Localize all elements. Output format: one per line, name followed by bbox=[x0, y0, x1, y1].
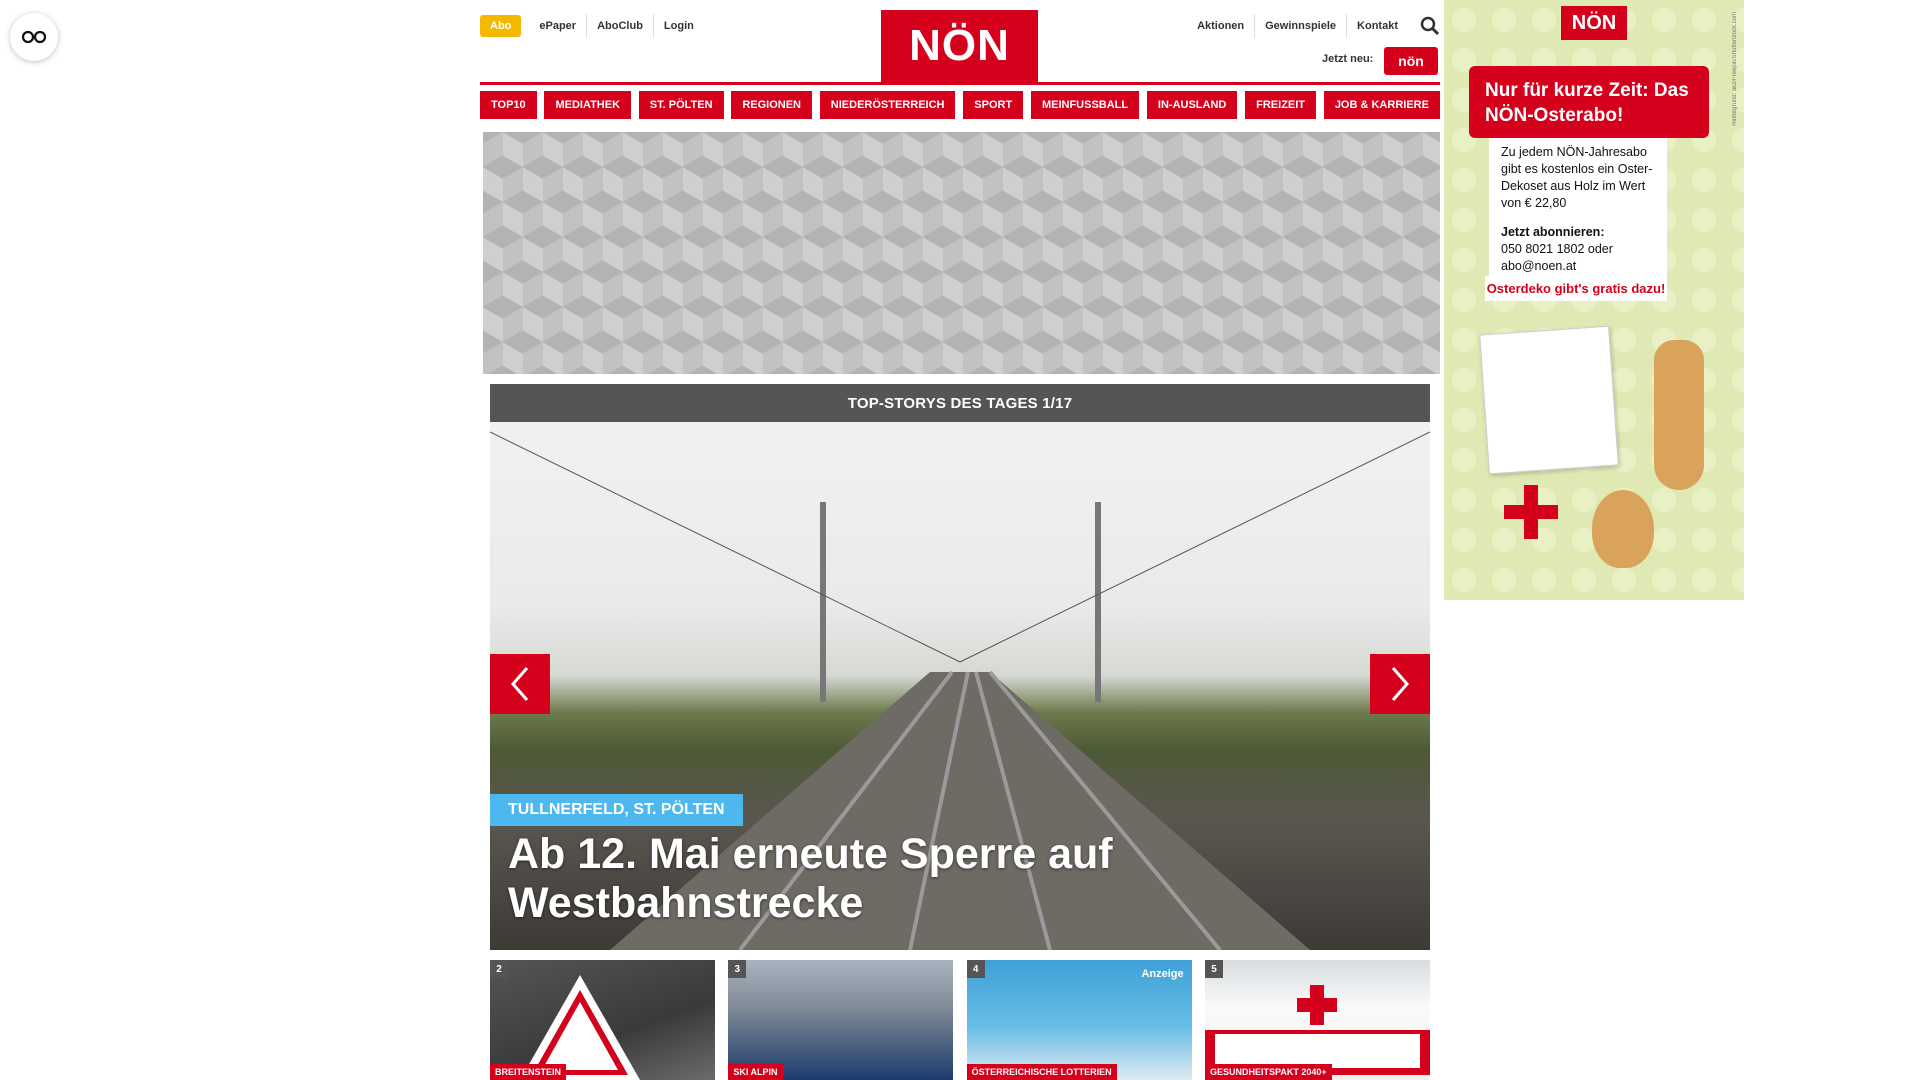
ad-placeholder bbox=[483, 132, 1440, 374]
nav-item-top10[interactable]: TOP10 bbox=[480, 91, 537, 119]
accessibility-button[interactable] bbox=[10, 13, 58, 61]
side-ad-headline: Nur für kurze Zeit: Das NÖN-Osterabo! bbox=[1469, 66, 1709, 138]
header-divider bbox=[480, 82, 1440, 85]
nav-item-in-ausland[interactable]: IN-AUSLAND bbox=[1146, 91, 1238, 119]
header-left-links: Abo ePaper AboClub Login bbox=[480, 14, 704, 38]
abo-button[interactable]: Abo bbox=[480, 15, 522, 37]
main-nav: TOP10 MEDIATHEK ST. PÖLTEN REGIONEN NIED… bbox=[480, 91, 1440, 119]
side-ad-logo: NÖN bbox=[1561, 6, 1627, 40]
teaser-card[interactable]: 3 SKI ALPIN bbox=[728, 960, 954, 1080]
epaper-link[interactable]: ePaper bbox=[529, 14, 586, 38]
header-right-links: Aktionen Gewinnspiele Kontakt bbox=[1179, 14, 1440, 38]
side-ad-text: Zu jedem NÖN-Jahresabo gibt es kostenlos… bbox=[1501, 145, 1653, 210]
chevron-left-icon bbox=[511, 667, 529, 701]
nav-item-job-karriere[interactable]: JOB & KARRIERE bbox=[1323, 91, 1440, 119]
aboclub-link[interactable]: AboClub bbox=[586, 14, 653, 38]
side-ad-cta-label: Jetzt abonnieren: bbox=[1501, 225, 1605, 239]
easter-egg-image bbox=[1592, 490, 1654, 568]
teaser-tag: BREITENSTEIN bbox=[490, 1064, 567, 1080]
nav-item-sport[interactable]: SPORT bbox=[963, 91, 1024, 119]
kontakt-link[interactable]: Kontakt bbox=[1346, 14, 1408, 38]
teaser-number: 5 bbox=[1204, 960, 1223, 978]
teaser-card[interactable]: 5 GESUNDHEITSPAKT 2040+ bbox=[1204, 960, 1430, 1080]
teaser-number: 4 bbox=[966, 960, 985, 978]
search-icon[interactable] bbox=[1420, 16, 1440, 36]
nav-item-mediathek[interactable]: MEDIATHEK bbox=[544, 91, 632, 119]
teaser-number: 3 bbox=[728, 960, 747, 978]
slider-prev-button[interactable] bbox=[490, 654, 550, 714]
teaser-number: 2 bbox=[490, 960, 508, 978]
notarzt-image bbox=[1204, 985, 1430, 1075]
nav-item-regionen[interactable]: REGIONEN bbox=[731, 91, 813, 119]
slider-heading: TOP-STORYS DES TAGES 1/17 bbox=[490, 384, 1430, 422]
login-link[interactable]: Login bbox=[652, 14, 704, 38]
top-stories-slider: TOP-STORYS DES TAGES 1/17 TULLNERFELD, S… bbox=[490, 384, 1430, 950]
teaser-card[interactable]: 2 BREITENSTEIN bbox=[490, 960, 715, 1080]
side-ad-gratis: Osterdeko gibt's gratis dazu! bbox=[1485, 276, 1667, 301]
side-ad-contact: 050 8021 1802 oder abo@noen.at bbox=[1501, 242, 1613, 273]
nav-item-st-poelten[interactable]: ST. PÖLTEN bbox=[638, 91, 724, 119]
easter-bunny-image bbox=[1654, 340, 1704, 490]
chevron-right-icon bbox=[1391, 667, 1409, 701]
nav-item-meinfussball[interactable]: MEINFUSSBALL bbox=[1030, 91, 1140, 119]
slider-next-button[interactable] bbox=[1370, 654, 1430, 714]
glasses-icon bbox=[21, 30, 47, 44]
warning-sign-image bbox=[520, 975, 640, 1080]
slide-title[interactable]: Ab 12. Mai erneute Sperre auf Westbahnst… bbox=[508, 830, 1288, 928]
jetzt-neu-label: Jetzt neu: bbox=[1322, 53, 1374, 65]
app-badge[interactable]: nön bbox=[1384, 47, 1438, 75]
side-ad-credit: Hintergrund: akz/Freepik/Shutterstock.co… bbox=[1732, 12, 1738, 126]
teaser-tag: SKI ALPIN bbox=[728, 1064, 783, 1080]
teaser-tag: GESUNDHEITSPAKT 2040+ bbox=[1204, 1064, 1332, 1080]
gewinnspiele-link[interactable]: Gewinnspiele bbox=[1254, 14, 1346, 38]
site-logo[interactable]: NÖN bbox=[881, 10, 1038, 82]
side-ad-body: Zu jedem NÖN-Jahresabo gibt es kostenlos… bbox=[1489, 138, 1667, 281]
ad-badge: Anzeige bbox=[1141, 968, 1184, 980]
plus-icon bbox=[1504, 485, 1558, 539]
teaser-card[interactable]: 4 Anzeige ÖSTERREICHISCHE LOTTERIEN bbox=[966, 960, 1192, 1080]
nav-item-niederoesterreich[interactable]: NIEDERÖSTERREICH bbox=[819, 91, 956, 119]
side-advertisement[interactable]: NÖN Nur für kurze Zeit: Das NÖN-Osterabo… bbox=[1444, 0, 1744, 600]
magazine-image bbox=[1479, 325, 1619, 475]
teaser-row: 2 BREITENSTEIN 3 SKI ALPIN 4 Anzeige ÖST… bbox=[490, 960, 1430, 1080]
slide-image[interactable]: TULLNERFELD, ST. PÖLTEN Ab 12. Mai erneu… bbox=[490, 422, 1430, 950]
slide-location-tag[interactable]: TULLNERFELD, ST. PÖLTEN bbox=[490, 794, 743, 826]
teaser-tag: ÖSTERREICHISCHE LOTTERIEN bbox=[966, 1064, 1117, 1080]
nav-item-freizeit[interactable]: FREIZEIT bbox=[1245, 91, 1317, 119]
aktionen-link[interactable]: Aktionen bbox=[1187, 14, 1254, 38]
